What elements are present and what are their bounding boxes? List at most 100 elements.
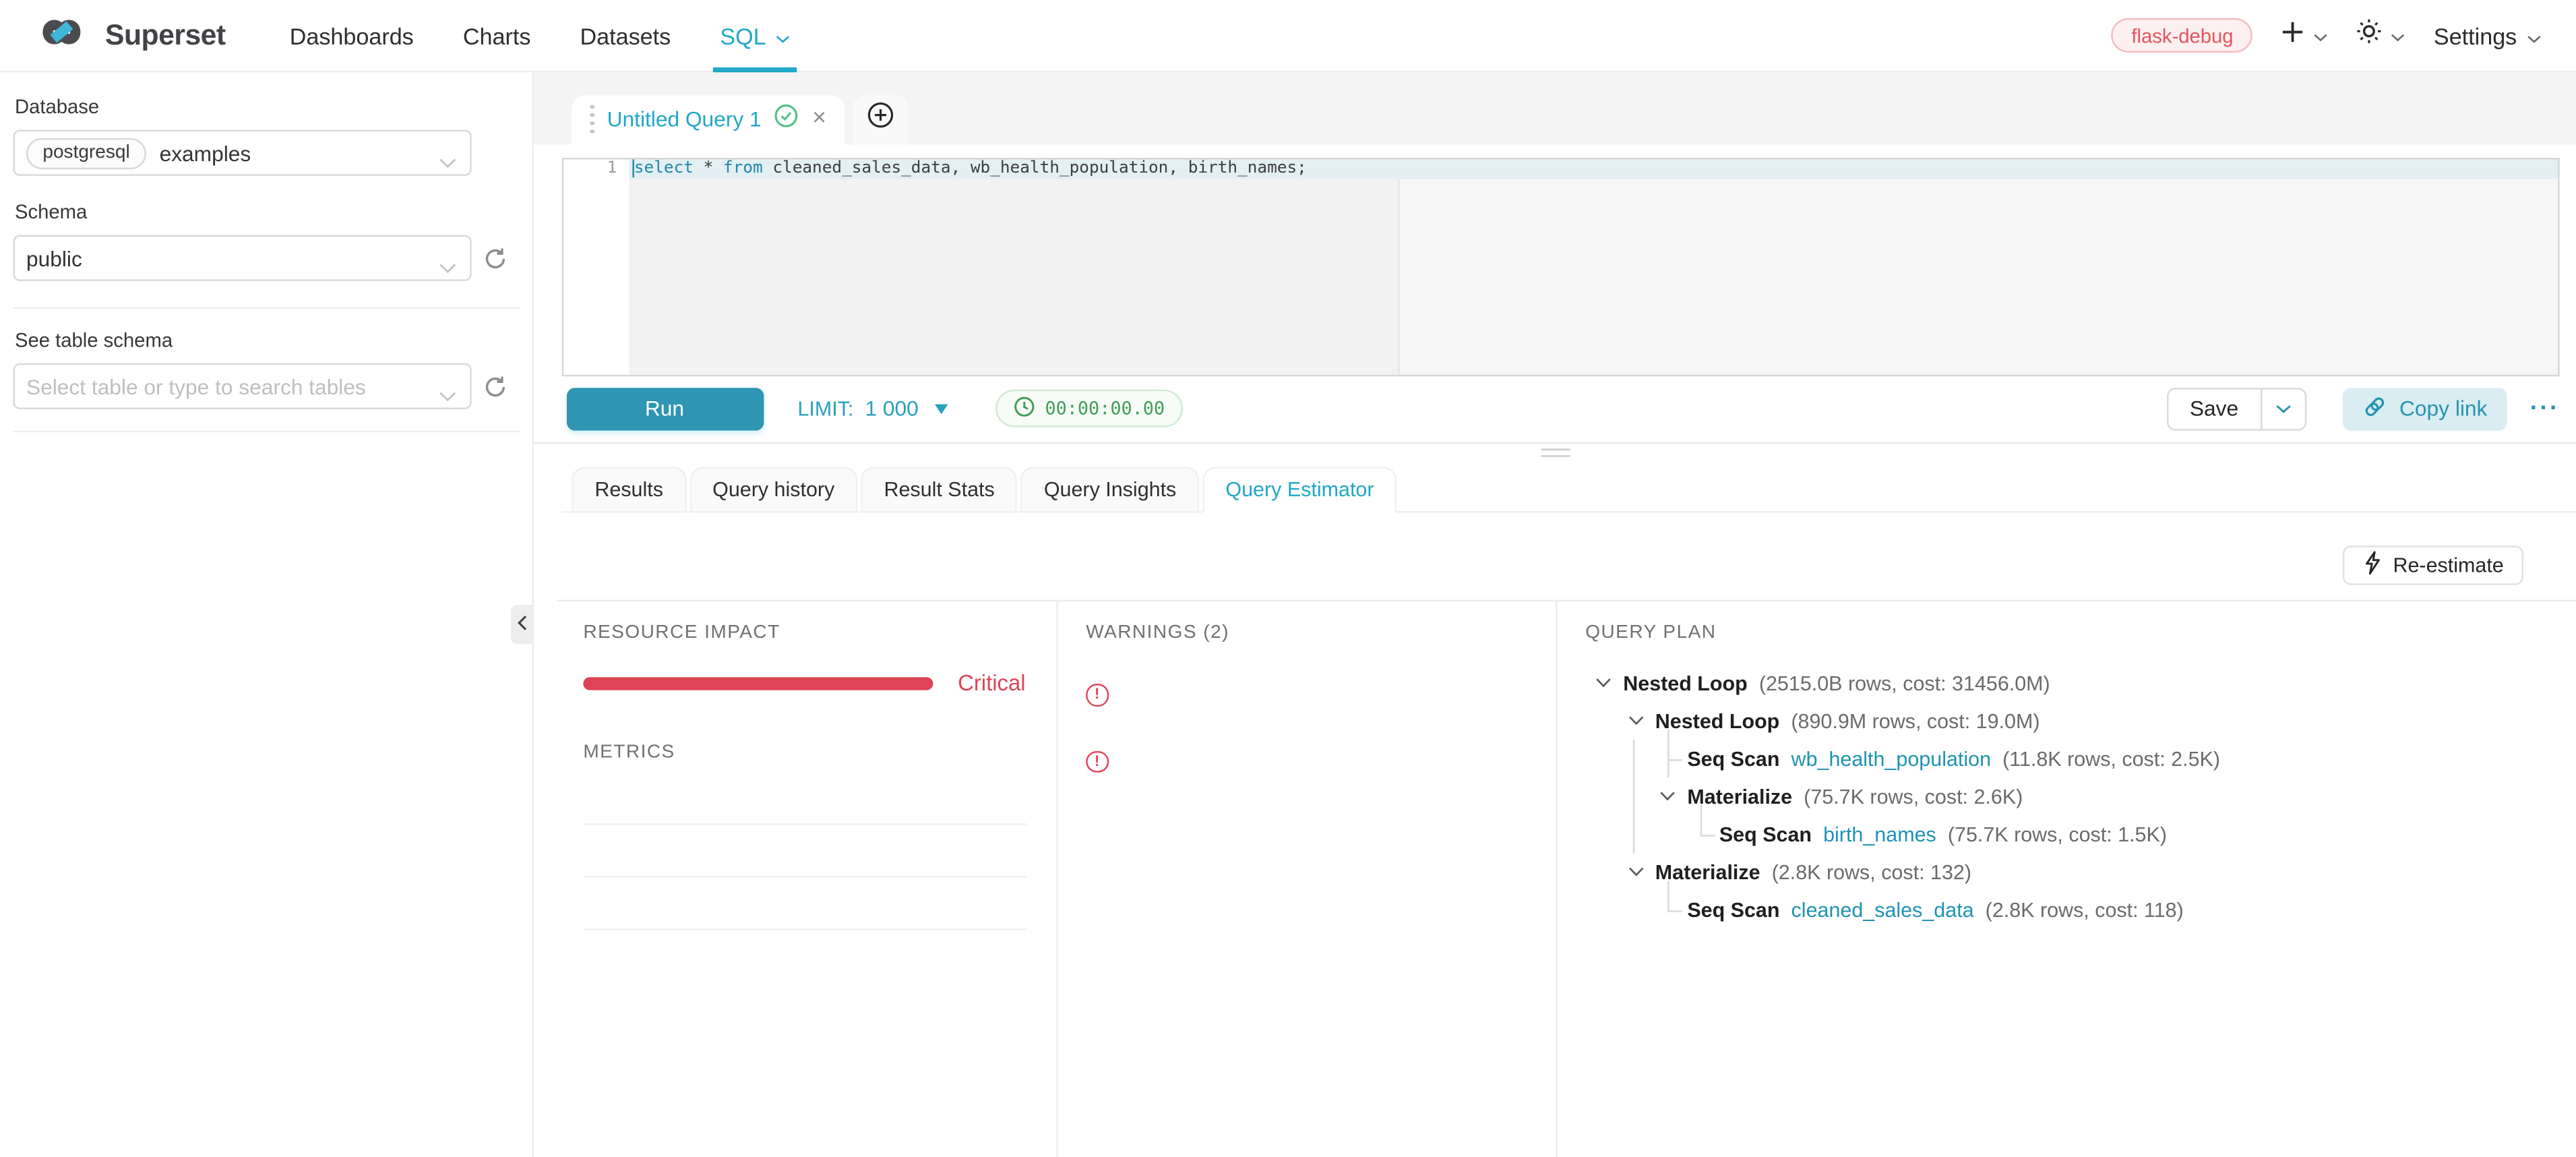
drag-handle-icon[interactable] xyxy=(590,105,594,134)
tree-expand-icon[interactable] xyxy=(1659,790,1687,802)
sidebar-divider xyxy=(13,431,521,432)
sql-keyword: select xyxy=(634,158,694,177)
query-plan-tree: Nested Loop(2515.0B rows, cost: 31456.0M… xyxy=(1585,664,2553,928)
plan-node-name: Seq Scan xyxy=(1719,823,1812,846)
nav-item-label: Dashboards xyxy=(290,22,414,49)
tab-query-history[interactable]: Query history xyxy=(689,467,857,511)
warnings-heading: WARNINGS (2) xyxy=(1086,623,1539,643)
editor-toolbar: Run LIMIT: 1 000 00:00:00.00 Save xyxy=(561,376,2559,442)
impact-level-label: Critical xyxy=(958,671,1026,696)
tree-connector xyxy=(1691,815,1719,853)
sun-icon xyxy=(2356,18,2383,53)
save-button[interactable]: Save xyxy=(2168,389,2260,429)
schema-select-value: public xyxy=(26,245,82,270)
tab-query-insights[interactable]: Query Insights xyxy=(1021,467,1200,511)
plan-table-link[interactable]: birth_names xyxy=(1823,823,1936,846)
exclamation-circle-icon: ! xyxy=(1086,684,1108,706)
warnings-list: !! xyxy=(1086,684,1539,773)
collapse-sidebar-button[interactable] xyxy=(511,605,534,645)
sidebar-divider xyxy=(13,307,521,309)
warning-item: ! xyxy=(1086,684,1539,706)
close-tab-icon[interactable]: × xyxy=(812,107,826,131)
new-item-menu[interactable] xyxy=(2281,19,2329,52)
timer-value: 00:00:00.00 xyxy=(1045,398,1165,419)
plan-node-meta: (890.9M rows, cost: 19.0M) xyxy=(1791,709,2040,732)
save-split-button: Save xyxy=(2167,387,2306,429)
settings-menu[interactable]: Settings xyxy=(2434,22,2542,49)
copy-link-label: Copy link xyxy=(2399,396,2487,421)
sql-code-line[interactable]: select * from cleaned_sales_data, wb_hea… xyxy=(634,158,1307,179)
nav-item-sql[interactable]: SQL xyxy=(696,0,816,71)
resource-impact-heading: RESOURCE IMPACT xyxy=(583,623,1026,643)
chevron-down-icon xyxy=(2314,20,2329,50)
editor-print-margin xyxy=(1397,179,1399,374)
copy-link-button[interactable]: Copy link xyxy=(2342,387,2507,429)
plan-node-meta: (2.8K rows, cost: 118) xyxy=(1986,898,2184,921)
query-tab-title: Untitled Query 1 xyxy=(607,107,762,132)
tab-result-stats[interactable]: Result Stats xyxy=(861,467,1018,511)
nav-item-label: Charts xyxy=(463,22,531,49)
refresh-schemas-icon[interactable] xyxy=(483,245,508,270)
nav-item-charts[interactable]: Charts xyxy=(438,0,555,71)
metric-row-time xyxy=(583,878,1026,930)
plan-node-meta: (75.7K rows, cost: 1.5K) xyxy=(1948,823,2167,846)
limit-label: LIMIT: xyxy=(797,397,853,420)
sql-text: cleaned_sales_data, wb_health_population… xyxy=(763,158,1307,177)
chevron-down-icon xyxy=(439,255,457,280)
sql-lab-main: Untitled Query 1 × xyxy=(534,72,2576,1157)
re-estimate-label: Re-estimate xyxy=(2393,554,2503,576)
tab-query-estimator[interactable]: Query Estimator xyxy=(1202,466,1397,512)
tree-expand-icon[interactable] xyxy=(1595,677,1623,688)
sql-editor[interactable]: 1 select * from cleaned_sales_data, wb_h… xyxy=(561,157,2559,376)
tree-connector xyxy=(1659,740,1687,777)
tree-expand-icon[interactable] xyxy=(1627,715,1655,726)
re-estimate-button[interactable]: Re-estimate xyxy=(2342,545,2523,585)
theme-menu[interactable] xyxy=(2356,18,2405,53)
environment-badge: flask-debug xyxy=(2112,18,2253,53)
tab-label: Results xyxy=(594,479,663,502)
chevron-left-icon xyxy=(518,610,528,639)
nav-item-dashboards[interactable]: Dashboards xyxy=(265,0,438,71)
impact-progress-track xyxy=(583,676,933,690)
chevron-down-icon xyxy=(2527,22,2542,49)
tree-connector xyxy=(1659,891,1687,928)
plan-table-link[interactable]: cleaned_sales_data xyxy=(1791,898,1974,921)
save-options-caret[interactable] xyxy=(2260,389,2304,429)
table-schema-label: See table schema xyxy=(15,329,519,352)
sql-keyword: from xyxy=(723,158,763,177)
nav-item-label: Datasets xyxy=(580,22,671,49)
primary-nav: Dashboards Charts Datasets SQL xyxy=(265,0,816,71)
query-tab[interactable]: Untitled Query 1 × xyxy=(572,94,844,144)
tree-guide xyxy=(1633,740,1634,853)
query-plan-heading: QUERY PLAN xyxy=(1585,623,2553,643)
db-engine-badge: postgresql xyxy=(26,138,146,169)
plan-node: Seq Scanwb_health_population(11.8K rows,… xyxy=(1585,740,2553,777)
metrics-table xyxy=(583,773,1026,930)
table-select[interactable]: Select table or type to search tables xyxy=(13,363,472,409)
more-actions-button[interactable]: ··· xyxy=(2530,394,2560,422)
estimator-top-border xyxy=(557,600,2576,601)
warnings-section: WARNINGS (2) !! xyxy=(1086,623,1539,794)
tab-results[interactable]: Results xyxy=(572,467,686,511)
add-query-tab-button[interactable] xyxy=(853,94,909,144)
limit-dropdown[interactable]: LIMIT: 1 000 xyxy=(797,396,948,421)
tab-label: Query Estimator xyxy=(1225,478,1374,501)
nav-item-datasets[interactable]: Datasets xyxy=(555,0,696,71)
clock-icon xyxy=(1014,395,1035,421)
pane-resize-handle[interactable] xyxy=(1541,448,1570,461)
chevron-down-icon xyxy=(2391,20,2406,50)
schema-select[interactable]: public xyxy=(13,235,472,281)
limit-value: 1 000 xyxy=(865,396,918,421)
database-select[interactable]: postgresql examples xyxy=(13,130,472,176)
run-button[interactable]: Run xyxy=(566,387,764,429)
superset-logo[interactable]: Superset xyxy=(33,12,226,58)
tab-label: Query Insights xyxy=(1044,479,1176,502)
plan-table-link[interactable]: wb_health_population xyxy=(1791,747,1991,770)
settings-label: Settings xyxy=(2434,22,2517,49)
navbar-right: flask-debug xyxy=(2112,18,2542,53)
metric-row-cost xyxy=(583,825,1026,878)
refresh-tables-icon[interactable] xyxy=(483,374,508,399)
tree-expand-icon[interactable] xyxy=(1627,866,1655,878)
plan-node-meta: (11.8K rows, cost: 2.5K) xyxy=(2002,747,2220,770)
plan-node-name: Seq Scan xyxy=(1687,898,1779,921)
